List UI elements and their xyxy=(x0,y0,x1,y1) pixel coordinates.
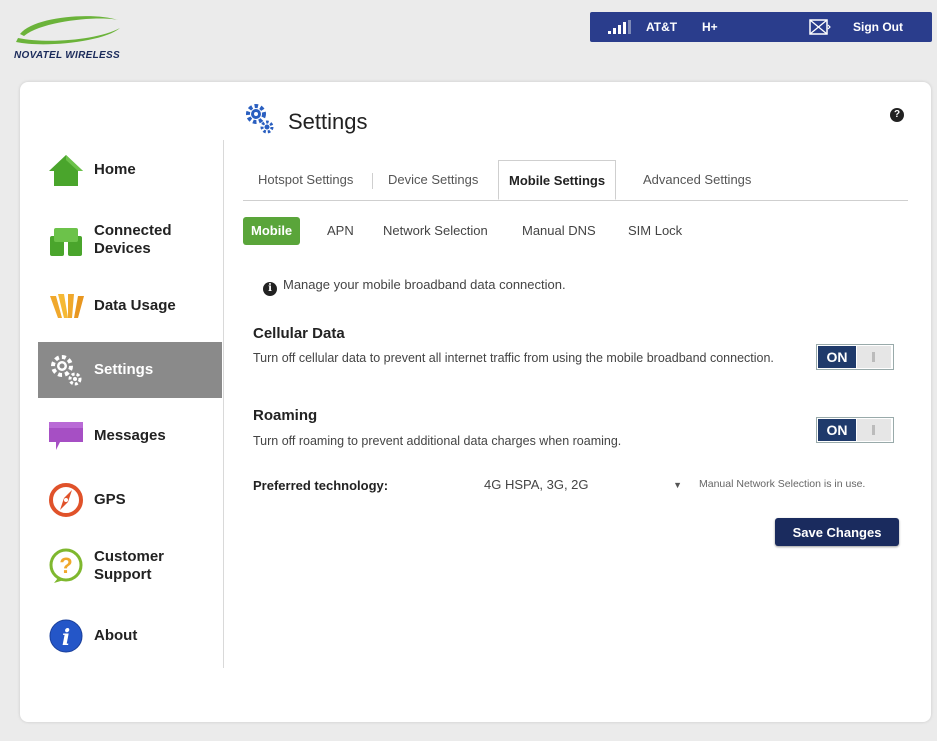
svg-text:i: i xyxy=(62,625,70,651)
cellular-data-toggle[interactable]: ON xyxy=(816,344,894,370)
sidebar-item-label: Messages xyxy=(94,427,166,444)
cellular-data-description: Turn off cellular data to prevent all in… xyxy=(253,351,774,365)
sidebar-item-label: Home xyxy=(94,161,136,178)
carrier-name: AT&T xyxy=(646,20,678,34)
tab-separator xyxy=(372,173,373,189)
sidebar-item-label: Settings xyxy=(94,361,154,378)
roaming-description: Turn off roaming to prevent additional d… xyxy=(253,434,622,448)
support-question-icon: ? xyxy=(49,548,83,583)
status-bar: AT&T H+ Sign Out xyxy=(590,12,932,42)
settings-gear-icon xyxy=(51,355,82,386)
select-value: 4G HSPA, 3G, 2G xyxy=(484,477,589,492)
main-panel: Home Connected Devices Data Usage Settin… xyxy=(20,82,931,722)
preferred-technology-select[interactable]: 4G HSPA, 3G, 2G ▼ xyxy=(478,473,688,497)
toggle-knob xyxy=(857,346,891,368)
chevron-down-icon: ▼ xyxy=(673,480,682,490)
sidebar-item-label: Connected Devices xyxy=(94,222,172,257)
messages-icon xyxy=(49,422,83,450)
message-envelope-icon[interactable] xyxy=(809,19,831,35)
home-icon xyxy=(49,155,83,186)
subtab-sim-lock[interactable]: SIM Lock xyxy=(628,217,682,245)
logo-swoosh-icon xyxy=(16,16,120,45)
connected-devices-icon xyxy=(50,228,82,256)
info-icon: i xyxy=(263,282,277,296)
info-icon: i xyxy=(49,619,83,653)
gps-compass-icon xyxy=(49,483,83,517)
save-changes-button[interactable]: Save Changes xyxy=(775,518,899,546)
tab-advanced-settings[interactable]: Advanced Settings xyxy=(643,160,751,200)
preferred-technology-label: Preferred technology: xyxy=(253,478,389,493)
sidebar-item-home[interactable]: Home xyxy=(38,142,222,198)
info-message: i Manage your mobile broadband data conne… xyxy=(263,277,566,296)
subtab-mobile[interactable]: Mobile xyxy=(243,217,301,245)
tab-device-settings[interactable]: Device Settings xyxy=(388,160,478,200)
subtab-network-selection[interactable]: Network Selection xyxy=(383,217,488,245)
toggle-on-label: ON xyxy=(818,419,856,441)
roaming-toggle[interactable]: ON xyxy=(816,417,894,443)
sidebar-item-data-usage[interactable]: Data Usage xyxy=(38,278,222,334)
brand-logo: NOVATEL WIRELESS xyxy=(14,12,144,68)
settings-tabs: Hotspot Settings Device Settings Mobile … xyxy=(243,160,908,201)
sidebar-item-messages[interactable]: Messages xyxy=(38,408,222,464)
settings-gear-icon xyxy=(246,104,274,134)
sidebar-item-label: Customer Support xyxy=(94,548,165,583)
roaming-title: Roaming xyxy=(253,407,318,424)
sidebar-item-label: About xyxy=(94,627,138,644)
subtab-apn[interactable]: APN xyxy=(327,217,354,245)
sidebar-item-label: GPS xyxy=(94,491,126,508)
tab-hotspot-settings[interactable]: Hotspot Settings xyxy=(258,160,353,200)
signal-strength-icon xyxy=(608,20,631,34)
toggle-knob xyxy=(857,419,891,441)
sidebar-item-gps[interactable]: GPS xyxy=(38,472,222,528)
tab-mobile-settings[interactable]: Mobile Settings xyxy=(498,160,617,200)
page-title: Settings xyxy=(288,109,368,134)
toggle-on-label: ON xyxy=(818,346,856,368)
data-usage-icon xyxy=(50,294,84,318)
sidebar-item-connected-devices[interactable]: Connected Devices xyxy=(38,212,222,268)
brand-name: NOVATEL WIRELESS xyxy=(14,50,120,61)
network-type: H+ xyxy=(702,20,718,34)
sidebar-divider xyxy=(223,140,224,668)
help-question-icon[interactable]: ? xyxy=(890,108,904,122)
network-selection-note: Manual Network Selection is in use. xyxy=(699,478,866,490)
sidebar-item-customer-support[interactable]: ? Customer Support xyxy=(38,538,222,594)
sidebar-item-about[interactable]: i About xyxy=(38,608,222,664)
sidebar-item-label: Data Usage xyxy=(94,297,176,314)
subtab-manual-dns[interactable]: Manual DNS xyxy=(522,217,596,245)
sign-out-link[interactable]: Sign Out xyxy=(853,20,903,34)
cellular-data-title: Cellular Data xyxy=(253,325,345,342)
sidebar-item-settings[interactable]: Settings xyxy=(38,342,222,398)
info-text: Manage your mobile broadband data connec… xyxy=(283,277,566,292)
svg-text:?: ? xyxy=(59,553,72,578)
